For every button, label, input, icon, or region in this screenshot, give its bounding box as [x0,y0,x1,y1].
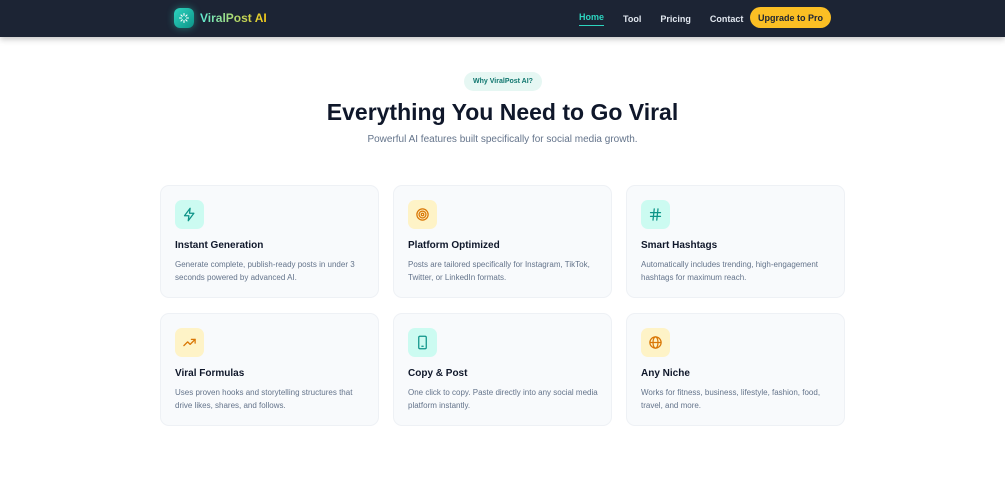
section-title: Everything You Need to Go Viral [326,99,679,125]
feature-description: Automatically includes trending, high-en… [641,260,818,282]
lightning-bolt-icon [175,200,204,229]
sparkles-icon [174,8,194,28]
feature-card-instant-generation: Instant Generation Generate complete, pu… [160,185,379,298]
feature-card-viral-formulas: Viral Formulas Uses proven hooks and sto… [160,313,379,426]
feature-description: Works for fitness, business, lifestyle, … [641,388,821,410]
target-icon [408,200,437,229]
trending-up-icon [175,328,204,357]
brand-logo[interactable]: ViralPost AI [174,8,267,28]
feature-description: Posts are tailored specifically for Inst… [408,260,590,282]
nav-link-home[interactable]: Home [579,12,605,26]
smartphone-icon [408,328,437,357]
nav-link-pricing[interactable]: Pricing [660,14,691,25]
upgrade-to-pro-button[interactable]: Upgrade to Pro [750,7,831,28]
feature-description: One click to copy. Paste directly into a… [408,388,598,410]
section-subtitle: Powerful AI features built specifically … [367,134,638,145]
feature-card-smart-hashtags: Smart Hashtags Automatically includes tr… [626,185,845,298]
feature-title: Any Niche [641,368,690,379]
navbar: ViralPost AI Home Tool Pricing Contact U… [0,0,1005,37]
feature-card-any-niche: Any Niche Works for fitness, business, l… [626,313,845,426]
feature-title: Viral Formulas [175,368,245,379]
section-eyebrow-badge: Why ViralPost AI? [464,72,542,91]
feature-card-platform-optimized: Platform Optimized Posts are tailored sp… [393,185,612,298]
hashtag-icon [641,200,670,229]
nav-link-contact[interactable]: Contact [710,14,744,25]
nav-link-tool[interactable]: Tool [623,14,641,25]
nav-links: Home Tool Pricing Contact [579,12,762,26]
feature-description: Generate complete, publish-ready posts i… [175,260,355,282]
feature-title: Instant Generation [175,240,264,251]
feature-title: Smart Hashtags [641,240,718,251]
feature-title: Copy & Post [408,368,468,379]
feature-description: Uses proven hooks and storytelling struc… [175,388,353,410]
feature-title: Platform Optimized [408,240,500,251]
brand-name: ViralPost AI [200,11,267,25]
globe-icon [641,328,670,357]
feature-card-copy-post: Copy & Post One click to copy. Paste dir… [393,313,612,426]
